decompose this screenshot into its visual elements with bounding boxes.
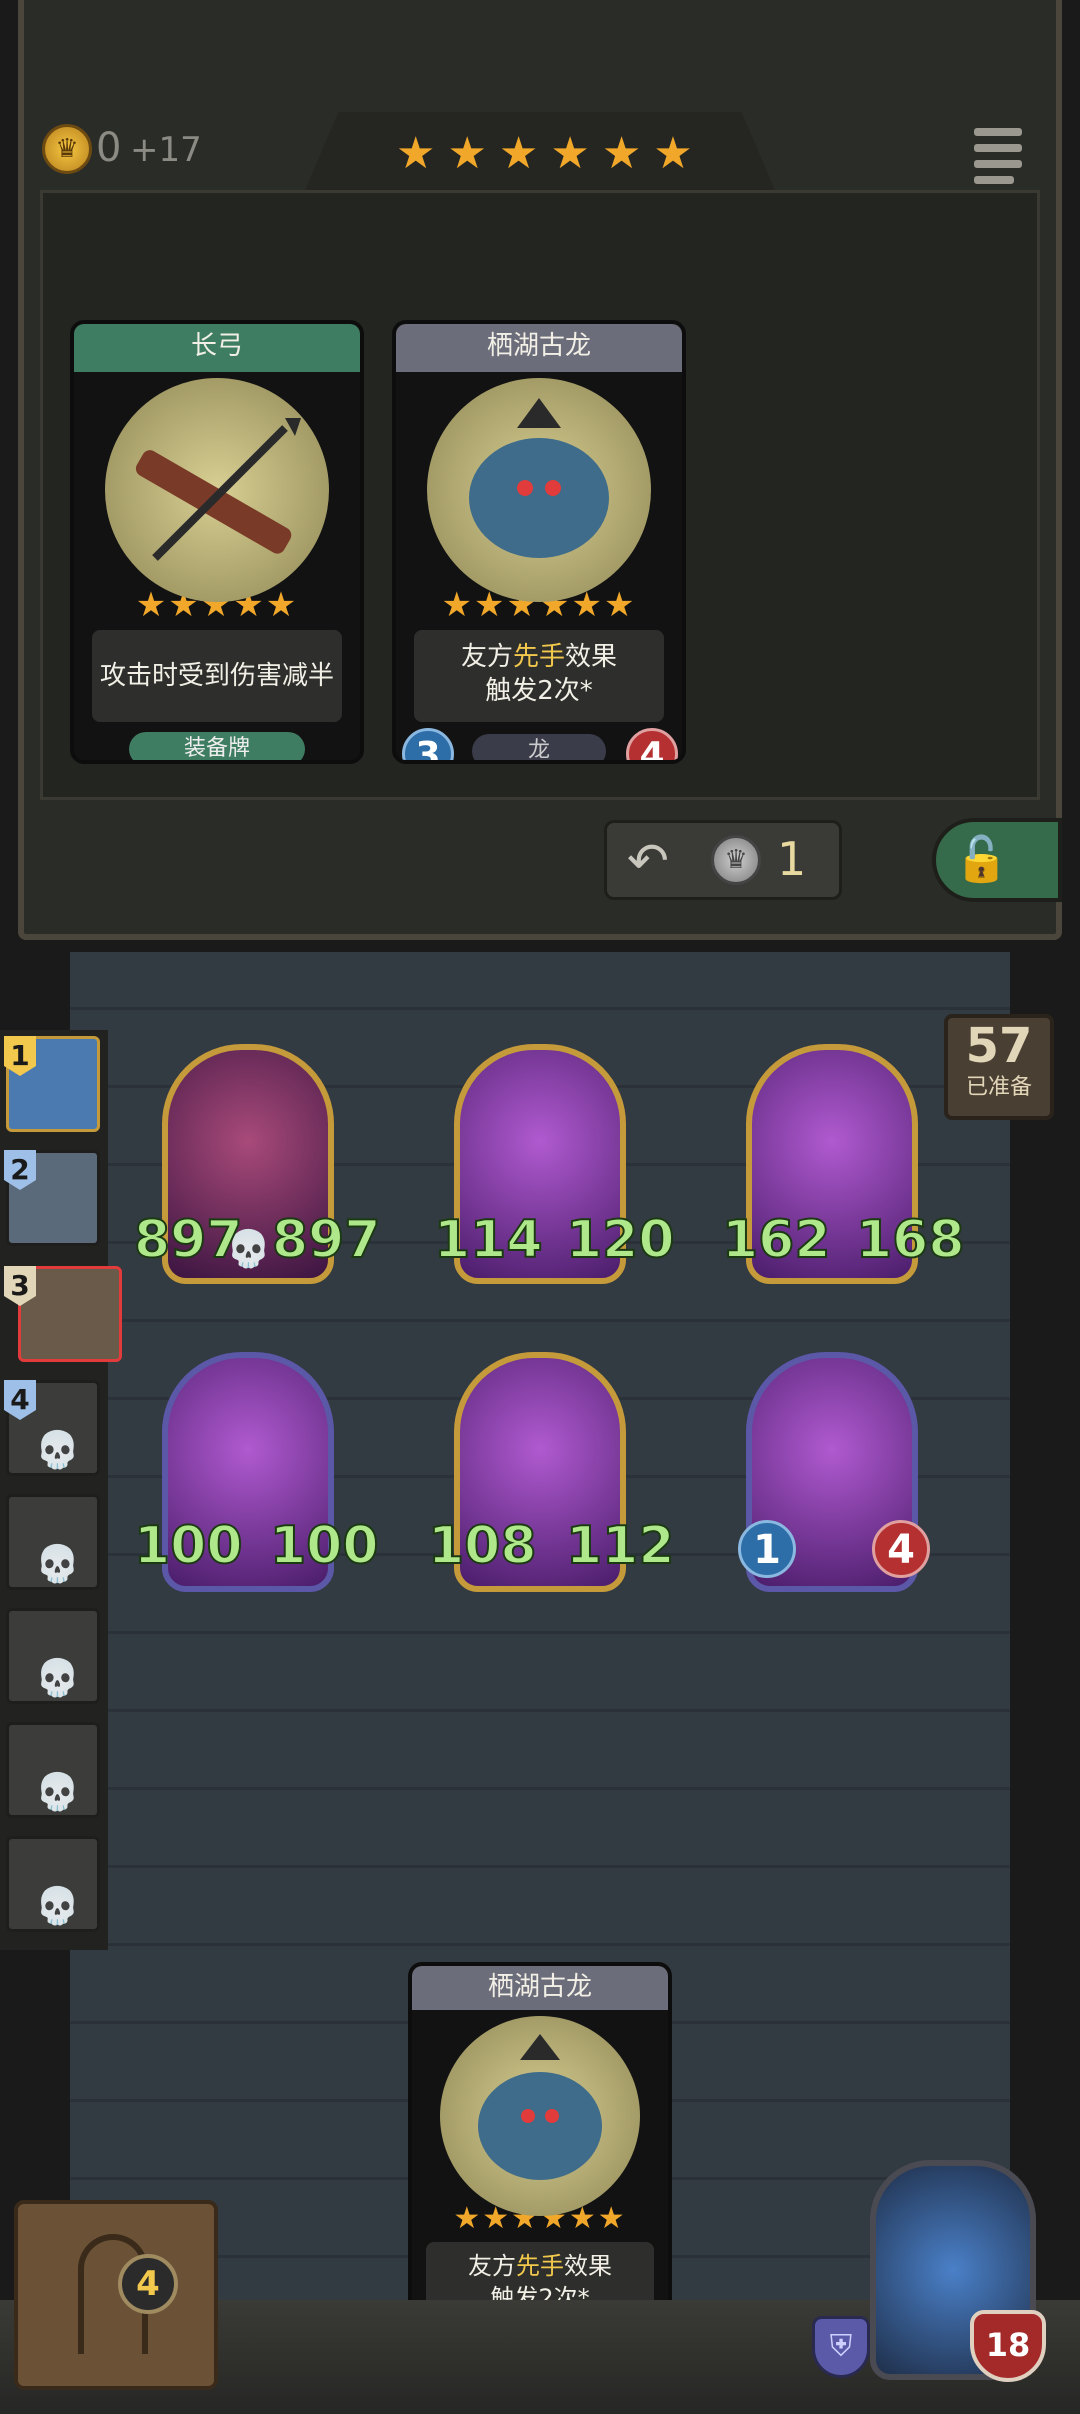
card-description: 攻击时受到伤害减半 <box>92 630 342 722</box>
minion-attack: 162 <box>721 1210 832 1270</box>
card-header: 长弓 <box>74 324 360 372</box>
desc-text: 效果 <box>564 2252 612 2280</box>
star-icon: ★ <box>550 128 590 179</box>
shop-card-dragon[interactable]: 栖湖古龙 ★★★★★★ 友方先手效果 触发2次* 3 龙 4 <box>392 320 686 764</box>
lock-icon: 🔓 <box>954 834 1009 885</box>
dragon-art-icon <box>427 378 651 602</box>
desc-keyword: 先手 <box>512 642 565 672</box>
skull-icon: 💀 <box>35 1886 80 1927</box>
minion-attack: 108 <box>427 1516 538 1576</box>
card-description: 友方先手效果 触发2次* <box>414 630 664 722</box>
desc-keyword: 先手 <box>516 2252 564 2280</box>
ready-count: 57 <box>965 1018 1033 1074</box>
card-type-badge: 装备牌 <box>129 732 305 760</box>
star-icon: ★ <box>601 128 642 179</box>
gold-amount: 0 <box>96 125 122 171</box>
queue-slot-5[interactable]: 💀 <box>6 1494 100 1590</box>
queue-slot-8[interactable]: 💀 <box>6 1836 100 1932</box>
gold-coin-icon: ♛ <box>42 124 92 174</box>
card-header: 栖湖古龙 <box>396 324 682 372</box>
desc-text: 触发2次* <box>485 676 593 706</box>
minion-attack: 1 <box>738 1520 796 1578</box>
card-name: 栖湖古龙 <box>486 331 591 361</box>
minion-health: 120 <box>565 1210 676 1270</box>
star-icon: ★ <box>498 128 539 179</box>
minion-health: 897 <box>271 1210 382 1270</box>
card-header: 栖湖古龙 <box>412 1966 668 2010</box>
longbow-art-icon <box>105 378 329 602</box>
ready-counter: 57 已准备 <box>944 1014 1054 1120</box>
dragon-art-icon <box>440 2016 640 2216</box>
queue-slot-7[interactable]: 💀 <box>6 1722 100 1818</box>
card-name: 栖湖古龙 <box>487 1972 592 2002</box>
minion-health: 4 <box>872 1520 930 1578</box>
crate-button[interactable] <box>14 2200 218 2390</box>
skull-icon: 💀 <box>35 1658 80 1699</box>
shop-card-longbow[interactable]: 长弓 ★★★★★ 攻击时受到伤害减半 装备牌 <box>70 320 364 764</box>
desc-text: 友方 <box>468 2252 516 2280</box>
minion-attack: 114 <box>433 1210 544 1270</box>
refresh-button[interactable]: ↶ ♛ 1 <box>604 820 842 900</box>
skull-icon: 💀 <box>35 1772 80 1813</box>
minion-health: 112 <box>565 1516 676 1576</box>
minion-health: 168 <box>855 1210 966 1270</box>
menu-button[interactable] <box>974 128 1022 192</box>
skull-icon: 💀 <box>35 1430 80 1471</box>
ready-label: 已准备 <box>965 1075 1032 1100</box>
desc-text: 效果 <box>565 642 618 672</box>
queue-slot-6[interactable]: 💀 <box>6 1608 100 1704</box>
freeze-button[interactable]: 🔓 <box>932 818 1062 902</box>
minion-attack: 897 <box>133 1210 244 1270</box>
card-name: 长弓 <box>190 331 243 361</box>
star-icon: ★ <box>447 128 487 179</box>
refresh-cost: 1 <box>777 832 807 886</box>
attack-badge: 3 <box>402 728 454 760</box>
gold-income: +17 <box>130 130 202 170</box>
minion-health: 100 <box>269 1516 380 1576</box>
star-icon: ★ <box>396 128 436 179</box>
star-icon: ★ <box>653 128 693 179</box>
shield-icon: ⛨ <box>812 2316 870 2378</box>
tier-stars: ★ ★ ★ ★ ★ ★ <box>396 132 693 176</box>
card-type-badge: 龙 <box>472 734 606 760</box>
skull-icon: 💀 <box>35 1544 80 1585</box>
cost-coin-icon: ♛ <box>711 835 761 885</box>
refresh-icon: ↶ <box>627 832 669 890</box>
crate-count: 4 <box>118 2254 178 2314</box>
minion-attack: 100 <box>133 1516 244 1576</box>
desc-text: 友方 <box>460 642 513 672</box>
health-badge: 4 <box>626 728 678 760</box>
